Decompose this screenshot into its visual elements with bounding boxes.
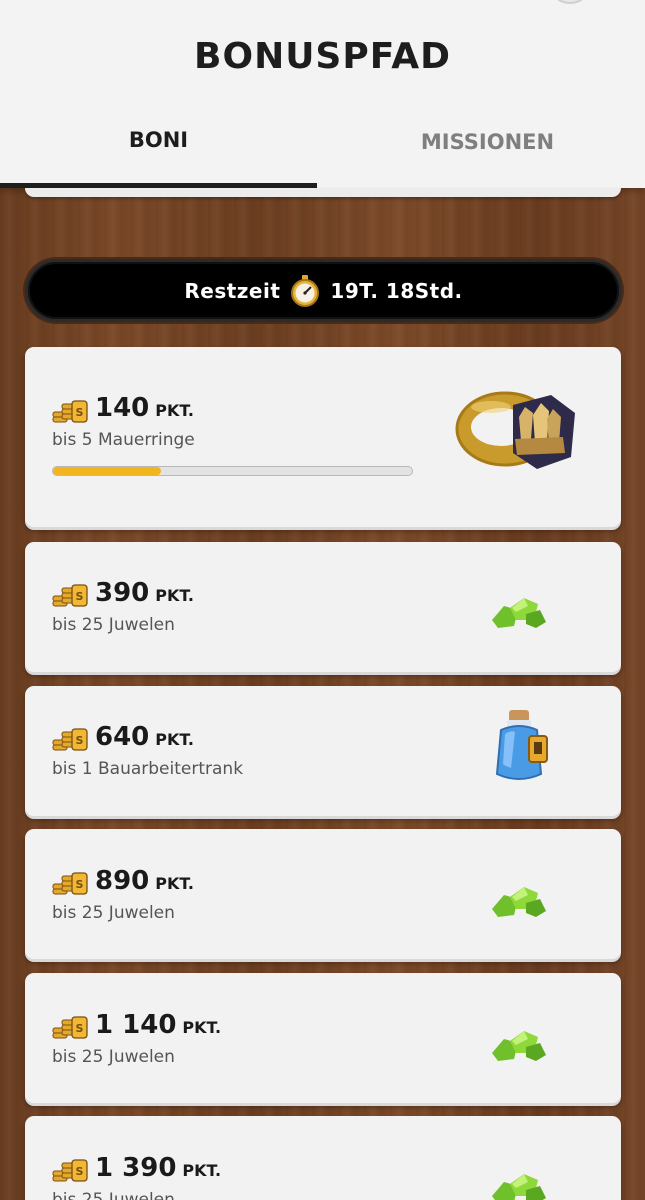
page-title: BONUSPFAD bbox=[194, 36, 451, 77]
points-value: 390 PKT. bbox=[95, 578, 194, 608]
points-coins-icon: S bbox=[52, 584, 88, 607]
reward-description: bis 5 Mauerringe bbox=[52, 430, 195, 450]
remaining-time-banner: Restzeit 19T. 18Std. bbox=[25, 259, 622, 322]
stopwatch-icon bbox=[290, 274, 320, 307]
points-value: 1 390 PKT. bbox=[95, 1153, 222, 1183]
tab-boni[interactable]: BONI bbox=[0, 128, 317, 188]
reward-card[interactable]: S 1 390 PKT. bis 25 Juwelen bbox=[25, 1116, 621, 1200]
tab-missionen[interactable]: MISSIONEN bbox=[330, 130, 645, 190]
gems-icon bbox=[492, 1031, 546, 1061]
close-handle[interactable] bbox=[548, 0, 592, 4]
svg-text:S: S bbox=[76, 734, 84, 747]
header: BONUSPFAD BONI MISSIONEN bbox=[0, 0, 645, 188]
timer-value: 19T. 18Std. bbox=[330, 278, 463, 303]
svg-text:S: S bbox=[76, 590, 84, 603]
points-coins-icon: S bbox=[52, 400, 88, 423]
reward-description: bis 25 Juwelen bbox=[52, 1047, 175, 1067]
points-coins-icon: S bbox=[52, 728, 88, 751]
reward-card[interactable]: S 390 PKT. bis 25 Juwelen bbox=[25, 542, 621, 672]
svg-text:S: S bbox=[76, 1022, 84, 1035]
progress-fill bbox=[53, 467, 161, 475]
gems-icon bbox=[492, 1174, 546, 1200]
wall-ring-icon bbox=[455, 391, 575, 469]
svg-text:S: S bbox=[76, 878, 84, 891]
reward-card[interactable]: S 1 140 PKT. bis 25 Juwelen bbox=[25, 973, 621, 1103]
builder-potion-icon bbox=[495, 710, 548, 780]
svg-text:S: S bbox=[76, 1165, 84, 1178]
points-coins-icon: S bbox=[52, 1159, 88, 1182]
reward-card[interactable]: S 640 PKT. bis 1 Bauarbeitertrank bbox=[25, 686, 621, 816]
tab-missionen-label: MISSIONEN bbox=[420, 130, 555, 154]
points-value: 140 PKT. bbox=[95, 393, 194, 423]
timer-label: Restzeit bbox=[184, 278, 281, 303]
points-value: 1 140 PKT. bbox=[95, 1010, 222, 1040]
points-coins-icon: S bbox=[52, 1016, 88, 1039]
reward-description: bis 25 Juwelen bbox=[52, 1190, 175, 1200]
reward-card[interactable]: S 890 PKT. bis 25 Juwelen bbox=[25, 829, 621, 959]
svg-text:S: S bbox=[76, 406, 84, 419]
progress-bar bbox=[52, 466, 413, 476]
points-value: 890 PKT. bbox=[95, 866, 194, 896]
points-value: 640 PKT. bbox=[95, 722, 194, 752]
gems-icon bbox=[492, 887, 546, 917]
header-strip bbox=[25, 188, 621, 197]
reward-description: bis 25 Juwelen bbox=[52, 903, 175, 923]
tab-boni-label: BONI bbox=[128, 128, 189, 152]
reward-description: bis 1 Bauarbeitertrank bbox=[52, 759, 244, 779]
reward-card[interactable]: S 140 PKT. bis 5 Mauerringe bbox=[25, 347, 621, 527]
gems-icon bbox=[492, 598, 546, 628]
points-coins-icon: S bbox=[52, 872, 88, 895]
reward-description: bis 25 Juwelen bbox=[52, 615, 175, 635]
